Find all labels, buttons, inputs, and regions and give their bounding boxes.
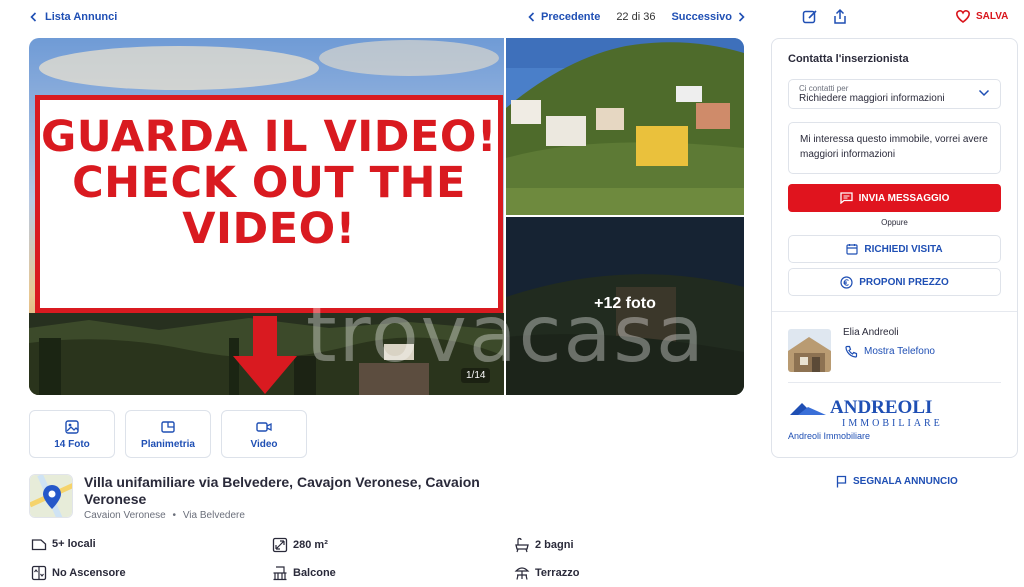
back-label: Lista Annunci [45, 11, 118, 23]
visit-label: RICHIEDI VISITA [864, 243, 943, 255]
feature-label: 2 bagni [535, 539, 574, 551]
video-promo-banner: GUARDA IL VIDEO! CHECK OUT THE VIDEO! [35, 95, 503, 313]
address-street: Via Belvedere [182, 510, 245, 521]
offer-label: PROPONI PREZZO [859, 276, 949, 288]
feature-balcony: Balcone [272, 565, 336, 581]
chevron-right-icon [738, 12, 745, 22]
area-icon [272, 537, 288, 553]
feature-label: 5+ locali [52, 538, 96, 550]
hillside-village-photo [506, 38, 744, 215]
chevron-down-icon [978, 89, 990, 97]
photo-counter: 1/14 [461, 368, 491, 383]
arrow-down-icon [233, 316, 297, 394]
top-actions [801, 8, 849, 26]
bath-icon [515, 537, 529, 553]
feature-elevator: No Ascensore [31, 565, 126, 581]
phone-label: Mostra Telefono [864, 346, 935, 357]
message-textarea[interactable]: Mi interessa questo immobile, vorrei ave… [788, 122, 1001, 174]
select-label: Ci contatti per [799, 84, 849, 93]
chevron-left-icon [30, 12, 37, 22]
listing-title: Villa unifamiliare via Belvedere, Cavajo… [84, 474, 480, 507]
logo-subtext: IMMOBILIARE [842, 418, 943, 429]
contact-panel: Contatta l'inserzionista Ci contatti per… [771, 38, 1018, 458]
tab-photos[interactable]: 14 Foto [29, 410, 115, 458]
tab-label: 14 Foto [54, 438, 90, 450]
gallery-thumbnail[interactable] [506, 38, 744, 215]
terrace-icon [514, 567, 530, 580]
tab-floorplan[interactable]: Planimetria [125, 410, 211, 458]
photo-icon [65, 419, 79, 434]
tab-label: Planimetria [141, 438, 195, 450]
address-town: Cavaion Veronese [84, 510, 166, 521]
propose-price-button[interactable]: PROPONI PREZZO [788, 268, 1001, 296]
more-photos-label: +12 foto [594, 295, 656, 312]
next-link[interactable]: Successivo [671, 11, 745, 23]
feature-bathrooms: 2 bagni [514, 537, 574, 553]
listing-counter: 22 di 36 [616, 11, 656, 23]
listing-pager: Precedente 22 di 36 Successivo [528, 11, 745, 23]
feature-label: Terrazzo [535, 567, 580, 579]
listing-header: Villa unifamiliare via Belvedere, Cavajo… [29, 474, 509, 521]
feature-terrace: Terrazzo [514, 565, 579, 581]
feature-label: 280 m² [293, 539, 328, 551]
promo-line-1: GUARDA IL VIDEO! [40, 112, 498, 162]
feature-label: Balcone [293, 567, 336, 579]
feature-rooms: 5+ locali [31, 537, 96, 551]
divider [788, 382, 1001, 383]
balcony-icon [273, 566, 287, 581]
promo-line-2: CHECK OUT THE [72, 158, 466, 208]
agency-logo[interactable]: ANDREOLI IMMOBILIARE [788, 393, 958, 429]
save-label: SALVA [976, 10, 1009, 22]
send-message-button[interactable]: INVIA MESSAGGIO [788, 184, 1001, 212]
photo-gallery: GUARDA IL VIDEO! CHECK OUT THE VIDEO! 1/… [29, 38, 744, 395]
price-offer-icon [840, 275, 853, 289]
report-label: SEGNALA ANNUNCIO [853, 476, 958, 487]
or-divider: Oppure [881, 218, 908, 227]
back-to-list-link[interactable]: Lista Annunci [30, 11, 117, 23]
main-photo[interactable]: GUARDA IL VIDEO! CHECK OUT THE VIDEO! 1/… [29, 38, 504, 395]
previous-link[interactable]: Precedente [528, 11, 600, 23]
phone-icon [845, 345, 858, 358]
show-phone-link[interactable]: Mostra Telefono [845, 345, 935, 358]
address-separator: • [172, 510, 177, 521]
top-bar: Lista Annunci Precedente 22 di 36 Succes… [0, 0, 1024, 36]
listing-address: Cavaion Veronese • Via Belvedere [84, 510, 509, 521]
contact-reason-select[interactable]: Ci contatti per Richiedere maggiori info… [788, 79, 1001, 109]
feature-area: 280 m² [272, 537, 328, 553]
agent-photo [788, 329, 831, 372]
save-button[interactable]: SALVA [955, 9, 1008, 23]
next-label: Successivo [671, 11, 733, 23]
promo-line-3: VIDEO! [182, 204, 356, 254]
agent-name: Elia Andreoli [843, 327, 899, 338]
chevron-left-icon [528, 12, 535, 22]
agency-name-link[interactable]: Andreoli Immobiliare [788, 431, 870, 441]
select-value: Richiedere maggiori informazioni [799, 93, 945, 104]
rooms-icon [31, 539, 47, 551]
flag-icon [836, 475, 847, 488]
contact-title: Contatta l'inserzionista [788, 53, 909, 65]
media-tabs: 14 Foto Planimetria Video [29, 410, 307, 458]
floorplan-icon [161, 420, 175, 433]
tab-video[interactable]: Video [221, 410, 307, 458]
tab-label: Video [250, 438, 278, 450]
divider [772, 311, 1017, 312]
edit-note-icon[interactable] [801, 8, 819, 26]
elevator-icon [31, 565, 47, 581]
share-icon[interactable] [831, 8, 849, 26]
video-icon [256, 421, 272, 432]
gallery-thumbnail-more[interactable]: +12 foto [506, 217, 744, 395]
message-icon [839, 192, 853, 204]
previous-label: Precedente [541, 11, 601, 23]
feature-label: No Ascensore [52, 567, 126, 579]
map-thumbnail[interactable] [29, 474, 73, 518]
send-label: INVIA MESSAGGIO [858, 192, 950, 204]
report-listing-button[interactable]: SEGNALA ANNUNCIO [836, 475, 958, 488]
request-visit-button[interactable]: RICHIEDI VISITA [788, 235, 1001, 263]
calendar-icon [846, 244, 859, 255]
heart-icon [956, 9, 970, 23]
logo-text: ANDREOLI [830, 397, 932, 418]
